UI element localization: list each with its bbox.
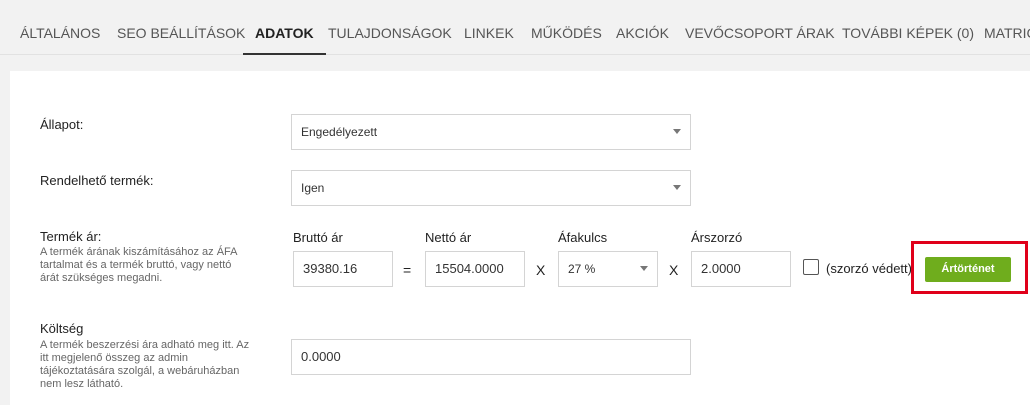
vat-value: 27 % <box>568 262 596 276</box>
price-help-line-2: tartalmat és a termék bruttó, vagy nettó <box>40 259 232 271</box>
orderable-value: Igen <box>301 181 325 195</box>
chevron-down-icon <box>640 266 648 271</box>
multiplier-label: Árszorzó <box>691 230 743 245</box>
price-label: Termék ár: <box>40 229 102 244</box>
status-select[interactable]: Engedélyezett <box>291 114 691 150</box>
tab-seo-settings[interactable]: SEO BEÁLLÍTÁSOK <box>117 0 245 55</box>
highlight-box <box>911 241 1028 294</box>
tab-tulajdonsagok[interactable]: TULAJDONSÁGOK <box>328 0 452 55</box>
cost-input[interactable]: 0.0000 <box>291 339 691 375</box>
orderable-select[interactable]: Igen <box>291 170 691 206</box>
cost-help-line-4: nem lesz látható. <box>40 378 124 390</box>
multiply-sign-2: X <box>669 262 679 278</box>
gross-price-label: Bruttó ár <box>293 230 343 245</box>
chevron-down-icon <box>673 129 681 134</box>
net-price-label: Nettó ár <box>425 230 472 245</box>
status-value: Engedélyezett <box>301 125 378 139</box>
net-price-input[interactable]: 15504.0000 <box>425 251 525 287</box>
tab-linkek[interactable]: LINKEK <box>464 0 514 55</box>
tab-mukodes[interactable]: MŰKÖDÉS <box>531 0 602 55</box>
cost-help-line-3: tájékoztatására szolgál, a webáruházban <box>40 365 240 377</box>
tab-bar: ÁLTALÁNOS SEO BEÁLLÍTÁSOK ADATOK TULAJDO… <box>0 0 1030 55</box>
tab-customer-group-prices[interactable]: VEVŐCSOPORT ÁRAK <box>685 0 835 55</box>
tab-altalanos[interactable]: ÁLTALÁNOS <box>20 0 100 55</box>
gross-price-input[interactable]: 39380.16 <box>293 251 393 287</box>
multiply-sign-1: X <box>536 262 546 278</box>
tab-akciok[interactable]: AKCIÓK <box>616 0 669 55</box>
cost-help-line-2: itt megjelenő összeg az admin <box>40 352 188 364</box>
tab-adatok[interactable]: ADATOK <box>243 0 326 55</box>
multiplier-protected-label: (szorzó védett) <box>826 261 912 276</box>
tab-more-images[interactable]: TOVÁBBI KÉPEK (0) <box>842 0 974 55</box>
cost-label: Költség <box>40 321 84 336</box>
vat-label: Áfakulcs <box>558 230 608 245</box>
status-label: Állapot: <box>40 117 84 132</box>
price-help-line-3: árát szükséges megadni. <box>40 272 163 284</box>
chevron-down-icon <box>673 185 681 190</box>
price-help-line-1: A termék árának kiszámításához az ÁFA <box>40 246 238 258</box>
vat-select[interactable]: 27 % <box>558 251 658 287</box>
equals-sign: = <box>403 262 412 278</box>
orderable-label: Rendelhető termék: <box>40 173 154 188</box>
multiplier-input[interactable]: 2.0000 <box>691 251 791 287</box>
multiplier-protected-checkbox[interactable] <box>803 259 819 275</box>
tab-matric[interactable]: MATRIC <box>984 0 1030 55</box>
cost-help-line-1: A termék beszerzési ára adható meg itt. … <box>40 339 250 351</box>
